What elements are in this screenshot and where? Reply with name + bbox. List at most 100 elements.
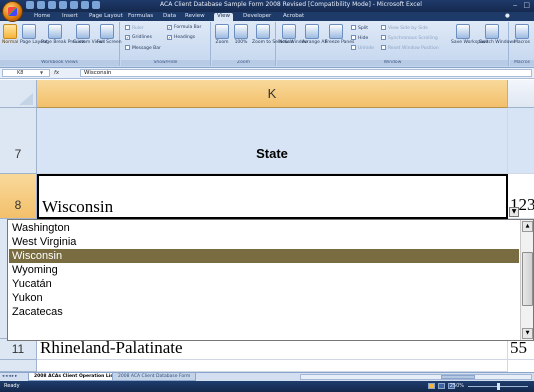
arrange-all-icon (305, 24, 319, 39)
view-side-by-side-button[interactable]: View Side by Side (381, 25, 428, 31)
freeze-panes-button[interactable]: Freeze Panes (325, 24, 354, 45)
group-macros: Macros Macros (510, 22, 534, 66)
select-all-icon (19, 93, 33, 105)
quick-access-toolbar (26, 1, 100, 9)
unhide-button[interactable]: Unhide (351, 45, 374, 51)
status-ready: Ready (4, 383, 20, 389)
list-item[interactable]: Wyoming (9, 263, 519, 277)
next-column-cell[interactable] (508, 108, 534, 174)
zoom-slider-knob[interactable] (497, 383, 500, 390)
page-layout-status-icon[interactable] (438, 383, 445, 389)
redo-icon[interactable] (48, 1, 56, 9)
group-label: Macros (510, 60, 534, 66)
validation-dropdown-list[interactable]: Washington West Virginia Wisconsin Wyomi… (7, 219, 534, 341)
switch-windows-button[interactable]: Switch Windows (479, 24, 515, 45)
validation-dropdown-arrow[interactable]: ▼ (509, 207, 519, 217)
save-icon[interactable] (26, 1, 34, 9)
ruler-checkbox[interactable]: Ruler (125, 25, 144, 31)
list-item[interactable]: West Virginia (9, 235, 519, 249)
reset-window-position-button[interactable]: Reset Window Position (381, 45, 439, 51)
row-header-11[interactable]: 11 (0, 339, 37, 360)
group-label: Workbook Views (0, 60, 119, 66)
freeze-panes-icon (329, 24, 343, 39)
maximize-icon[interactable]: □ (523, 1, 530, 9)
scroll-down-arrow-icon[interactable]: ▼ (522, 328, 533, 339)
list-item[interactable]: Zacatecas (9, 305, 519, 319)
tab-home[interactable]: Home (34, 13, 50, 19)
select-all-button[interactable] (0, 80, 37, 108)
zoom-100-button[interactable]: 100% (233, 24, 249, 45)
next-column-cell-row11[interactable]: 55 (508, 339, 534, 360)
tab-developer[interactable]: Developer (243, 13, 271, 19)
tab-review[interactable]: Review (185, 13, 205, 19)
tab-page-layout[interactable]: Page Layout (89, 13, 123, 19)
list-item-selected[interactable]: Wisconsin (9, 249, 519, 263)
formula-bar-checkbox[interactable]: ✓ Formula Bar (167, 25, 201, 30)
page-break-preview-button[interactable]: Page Break Preview (41, 24, 85, 45)
customize-qat-icon[interactable] (92, 1, 100, 9)
hide-button[interactable]: Hide (351, 35, 368, 41)
office-logo-icon (8, 7, 17, 16)
headings-checkbox[interactable]: ✓ Headings (167, 35, 195, 40)
cell-k12[interactable] (37, 360, 508, 372)
active-cell-k8[interactable]: Wisconsin (37, 174, 508, 219)
zoom-to-selection-button[interactable]: Zoom to Selection (252, 24, 293, 45)
sort-icon[interactable] (81, 1, 89, 9)
new-window-button[interactable]: New Window (279, 24, 308, 45)
print-icon[interactable] (59, 1, 67, 9)
cell-k11[interactable]: Rhineland-Palatinate (37, 339, 508, 360)
state-header-cell[interactable]: State (37, 108, 508, 174)
group-label: Show/Hide (121, 60, 210, 66)
minimize-icon[interactable]: ‒ (513, 1, 517, 9)
horizontal-scroll-thumb[interactable] (441, 375, 475, 379)
ribbon: Normal Page Layout Page Break Preview Cu… (0, 21, 534, 68)
horizontal-scrollbar[interactable] (300, 374, 532, 380)
page-break-icon (48, 24, 62, 39)
list-item[interactable]: Yukon (9, 291, 519, 305)
sheet-nav-arrows-icon[interactable]: ◂◂◂▸▸ (2, 374, 18, 379)
sheet-tab[interactable]: 2008 ACA Client Database Form (112, 373, 197, 381)
scroll-up-arrow-icon[interactable]: ▲ (522, 221, 533, 232)
row-header-7[interactable]: 7 (0, 108, 37, 174)
group-label: Zoom (212, 60, 275, 66)
message-bar-checkbox[interactable]: Message Bar (125, 45, 161, 51)
save-workspace-button[interactable]: Save Workspace (451, 24, 488, 45)
tab-data[interactable]: Data (163, 13, 176, 19)
full-screen-button[interactable]: Full Screen (97, 24, 122, 45)
gridlines-checkbox[interactable]: ✓ Gridlines (125, 35, 152, 40)
tab-insert[interactable]: Insert (62, 13, 78, 19)
normal-view-status-icon[interactable] (428, 383, 435, 389)
list-item[interactable]: Yucatán (9, 277, 519, 291)
tab-formulas[interactable]: Formulas (128, 13, 153, 19)
help-icon[interactable]: ● (505, 13, 510, 19)
zoom-button[interactable]: Zoom (214, 24, 230, 45)
row-header-12[interactable] (0, 360, 37, 372)
arrange-all-button[interactable]: Arrange All (302, 24, 327, 45)
office-button[interactable] (2, 1, 23, 22)
column-header-k[interactable]: K (37, 80, 508, 108)
group-label: Window (277, 60, 508, 66)
macros-button[interactable]: Macros (513, 24, 531, 45)
row-header-8[interactable]: 8 (0, 174, 37, 219)
sheet-tab-active[interactable]: 2008 ACAs Client Operation List (28, 373, 122, 381)
tab-view[interactable]: View (214, 13, 234, 21)
undo-icon[interactable] (37, 1, 45, 9)
switch-windows-icon (485, 24, 499, 39)
sheet-tab-bar: ◂◂◂▸▸ 2008 ACAs Client Operation List 20… (0, 372, 534, 381)
zoom-level[interactable]: 250% (450, 383, 464, 389)
name-box-dropdown-icon[interactable]: ▼ (40, 70, 43, 75)
dropdown-scrollbar[interactable]: ▲ ▼ (520, 220, 533, 340)
scroll-thumb[interactable] (522, 252, 533, 306)
split-button[interactable]: Split (351, 25, 368, 31)
synchronous-scrolling-button[interactable]: Synchronous Scrolling (381, 35, 438, 41)
list-item[interactable]: Washington (9, 221, 519, 235)
normal-view-button[interactable]: Normal (2, 24, 18, 45)
zoom-100-icon (234, 24, 248, 39)
column-header-next[interactable] (508, 80, 534, 108)
tab-acrobat[interactable]: Acrobat (283, 13, 304, 19)
insert-function-button[interactable]: fx (54, 69, 59, 77)
page-layout-view-button[interactable]: Page Layout (20, 24, 48, 45)
formula-input[interactable]: Wisconsin (80, 69, 532, 77)
chart-icon[interactable] (70, 1, 78, 9)
custom-views-button[interactable]: Custom Views (73, 24, 105, 45)
